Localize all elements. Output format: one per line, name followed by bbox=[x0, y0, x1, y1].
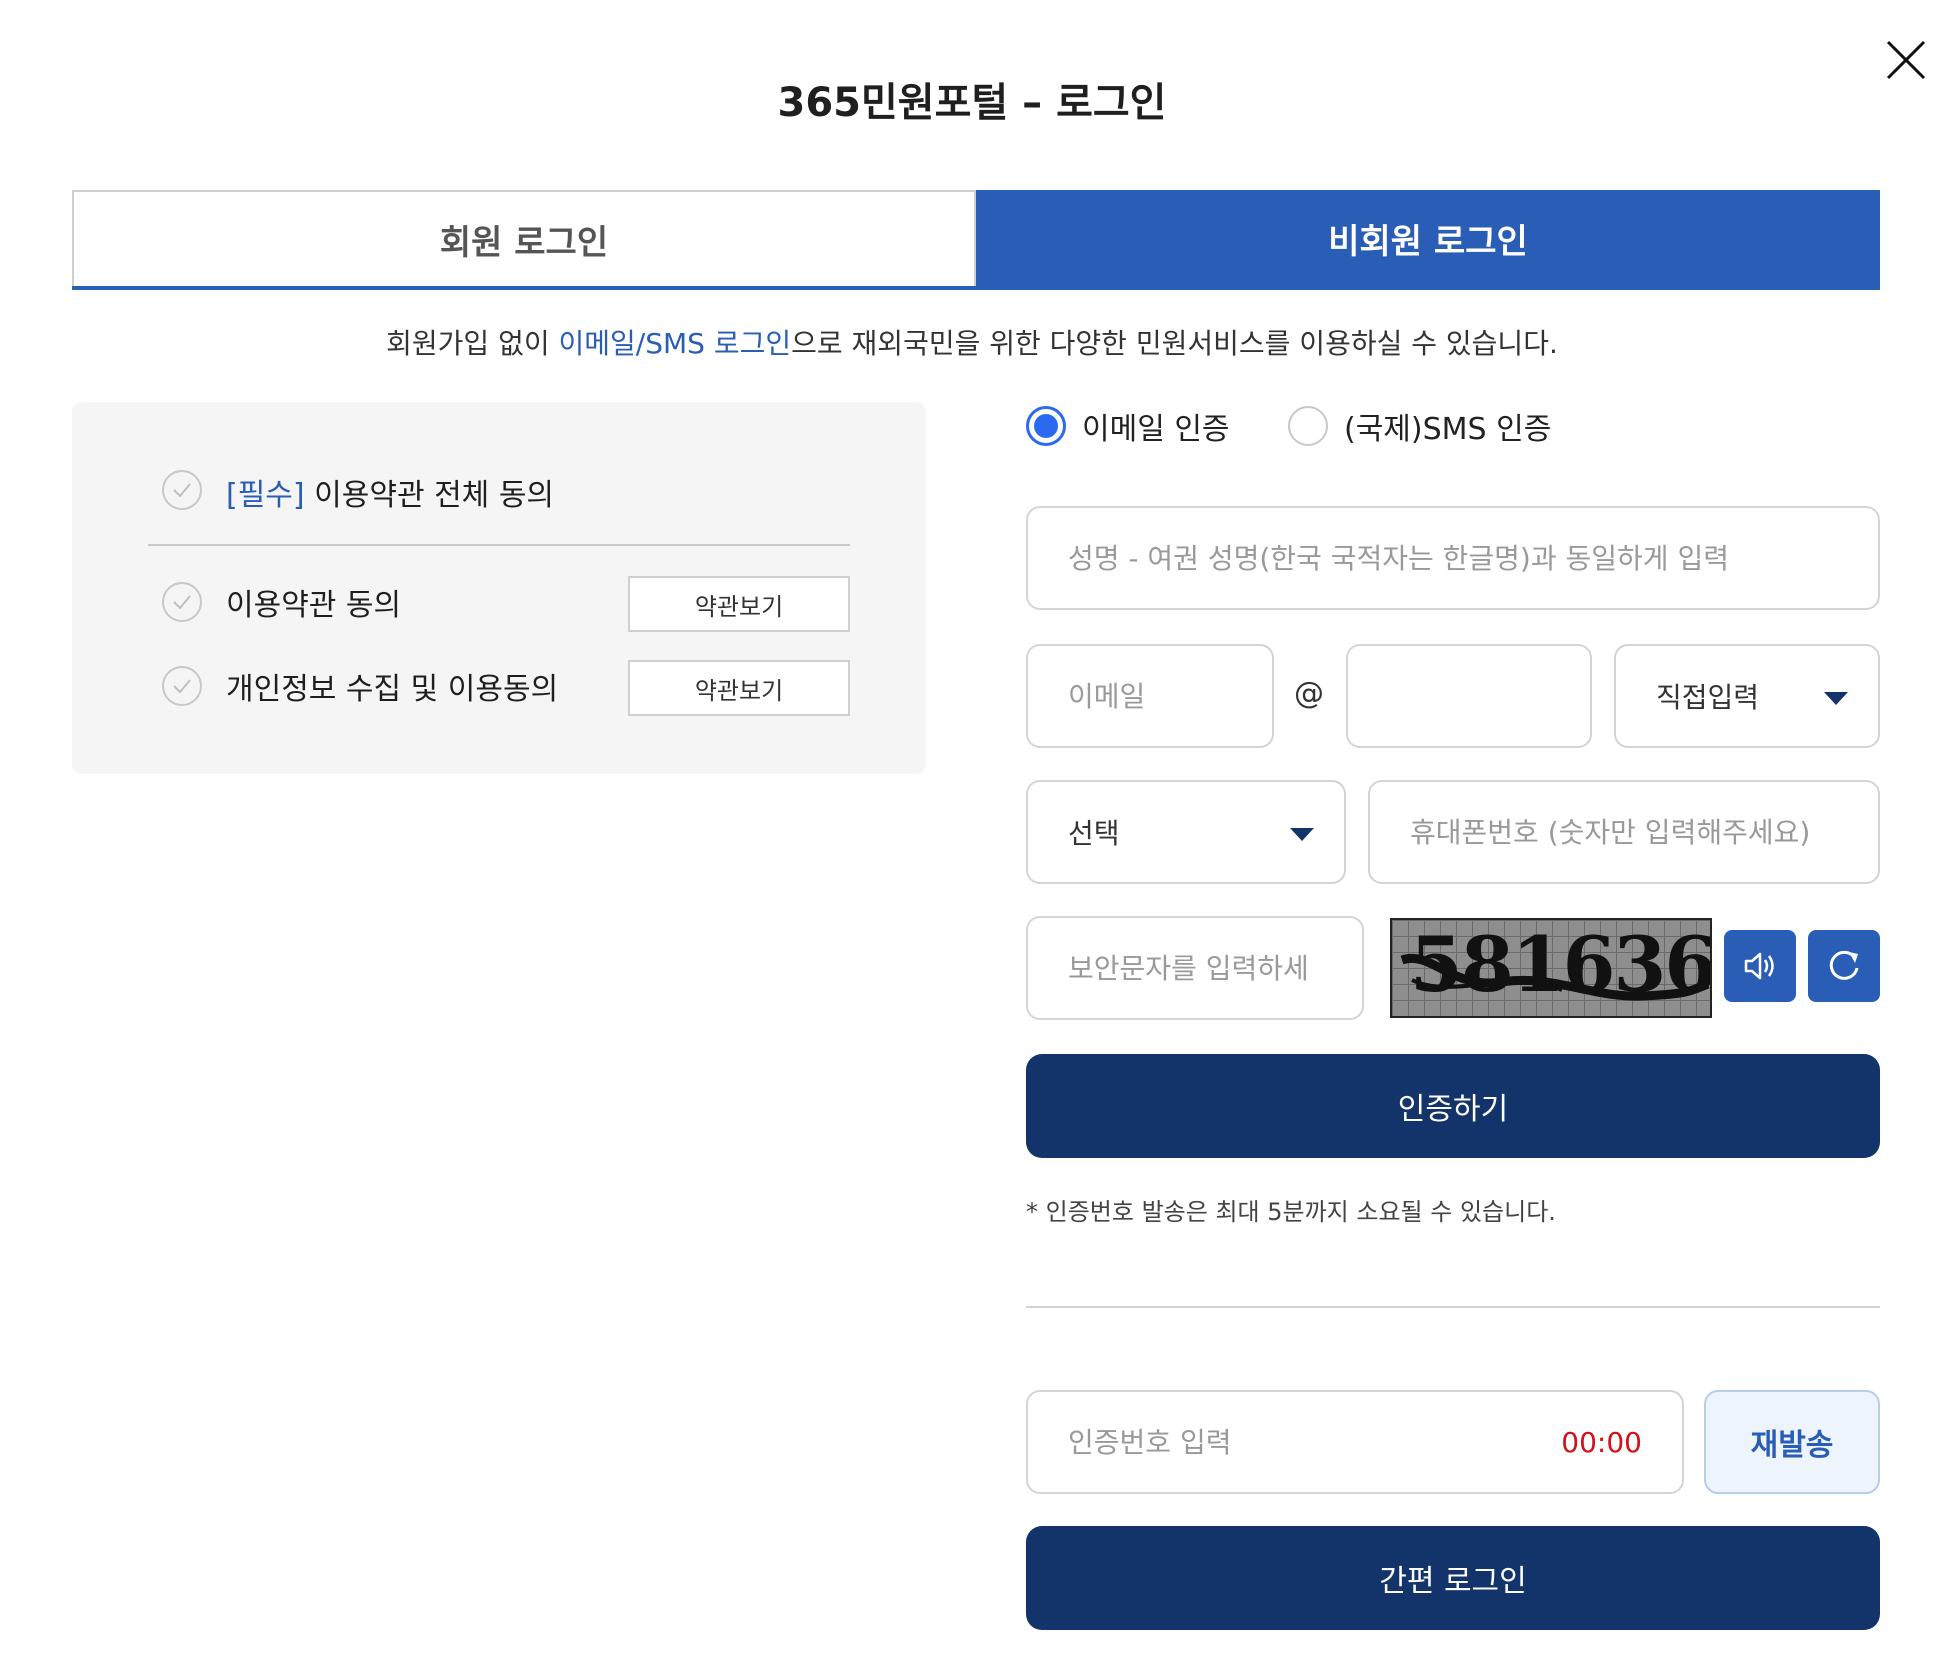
agree-all-checkbox[interactable] bbox=[162, 470, 202, 510]
speaker-icon bbox=[1744, 952, 1774, 980]
simple-login-button[interactable]: 간편 로그인 bbox=[1026, 1526, 1880, 1630]
radio-sms-label: (국제)SMS 인증 bbox=[1344, 412, 1552, 447]
refresh-icon bbox=[1829, 950, 1859, 980]
description-highlight: 이메일/SMS 로그인 bbox=[558, 327, 792, 360]
section-divider bbox=[1026, 1306, 1880, 1308]
description-prefix: 회원가입 없이 bbox=[386, 327, 559, 360]
email-domain-select-value: 직접입력 bbox=[1656, 681, 1760, 714]
caret-down-icon bbox=[1824, 692, 1848, 705]
captcha-input[interactable] bbox=[1068, 918, 1362, 1018]
login-tabs: 회원 로그인 비회원 로그인 bbox=[72, 190, 1880, 290]
email-domain-field[interactable] bbox=[1346, 644, 1592, 748]
description-suffix: 으로 재외국민을 위한 다양한 민원서비스를 이용하실 수 있습니다. bbox=[791, 327, 1558, 360]
agree-terms-checkbox[interactable] bbox=[162, 582, 202, 622]
radio-sms-indicator bbox=[1288, 406, 1328, 446]
agree-privacy-checkbox[interactable] bbox=[162, 666, 202, 706]
check-icon bbox=[173, 679, 191, 694]
email-id-field[interactable] bbox=[1026, 644, 1274, 748]
radio-email-indicator bbox=[1026, 406, 1066, 446]
country-code-select[interactable]: 선택 bbox=[1026, 780, 1346, 884]
radio-sms-auth[interactable]: (국제)SMS 인증 bbox=[1288, 404, 1551, 448]
terms-agreement-panel: [필수] 이용약관 전체 동의 이용약관 동의 약관보기 개인정보 수집 및 이… bbox=[72, 402, 926, 774]
captcha-image: 581636 bbox=[1390, 918, 1712, 1018]
close-button[interactable] bbox=[1884, 38, 1928, 82]
terms-divider bbox=[148, 544, 850, 546]
verification-code-field[interactable]: 00:00 bbox=[1026, 1390, 1684, 1494]
agree-privacy-label: 개인정보 수집 및 이용동의 bbox=[226, 672, 559, 707]
email-at-sign: @ bbox=[1294, 676, 1324, 711]
captcha-audio-button[interactable] bbox=[1724, 930, 1796, 1002]
dialog-title: 365민원포털 – 로그인 bbox=[777, 80, 1167, 126]
radio-email-auth[interactable]: 이메일 인증 bbox=[1026, 404, 1230, 448]
verify-button[interactable]: 인증하기 bbox=[1026, 1054, 1880, 1158]
agree-all-label: [필수] 이용약관 전체 동의 bbox=[226, 470, 554, 514]
email-domain-input[interactable] bbox=[1388, 646, 1590, 746]
tab-member-login[interactable]: 회원 로그인 bbox=[72, 190, 976, 286]
radio-email-label: 이메일 인증 bbox=[1082, 412, 1230, 447]
guest-login-description: 회원가입 없이 이메일/SMS 로그인으로 재외국민을 위한 다양한 민원서비스… bbox=[0, 322, 1944, 362]
agree-all-text: 이용약관 전체 동의 bbox=[304, 478, 555, 513]
phone-field[interactable] bbox=[1368, 780, 1880, 884]
email-id-input[interactable] bbox=[1068, 646, 1272, 746]
country-code-select-value: 선택 bbox=[1068, 817, 1120, 850]
verification-code-input[interactable] bbox=[1068, 1392, 1498, 1492]
view-privacy-button[interactable]: 약관보기 bbox=[628, 660, 850, 716]
captcha-noise bbox=[1400, 953, 1710, 1001]
countdown-timer: 00:00 bbox=[1561, 1425, 1642, 1459]
agree-terms-label: 이용약관 동의 bbox=[226, 588, 402, 623]
view-terms-button[interactable]: 약관보기 bbox=[628, 576, 850, 632]
phone-input[interactable] bbox=[1410, 782, 1878, 882]
captcha-refresh-button[interactable] bbox=[1808, 930, 1880, 1002]
email-domain-select[interactable]: 직접입력 bbox=[1614, 644, 1880, 748]
tab-guest-login[interactable]: 비회원 로그인 bbox=[976, 190, 1880, 286]
captcha-field[interactable] bbox=[1026, 916, 1364, 1020]
resend-button[interactable]: 재발송 bbox=[1704, 1390, 1880, 1494]
name-field[interactable] bbox=[1026, 506, 1880, 610]
verification-notice: * 인증번호 발송은 최대 5분까지 소요될 수 있습니다. bbox=[1026, 1198, 1556, 1226]
close-icon bbox=[1886, 40, 1926, 80]
required-tag: [필수] bbox=[226, 478, 305, 513]
name-input[interactable] bbox=[1068, 508, 1878, 608]
check-icon bbox=[173, 483, 191, 498]
check-icon bbox=[173, 595, 191, 610]
caret-down-icon bbox=[1290, 828, 1314, 841]
